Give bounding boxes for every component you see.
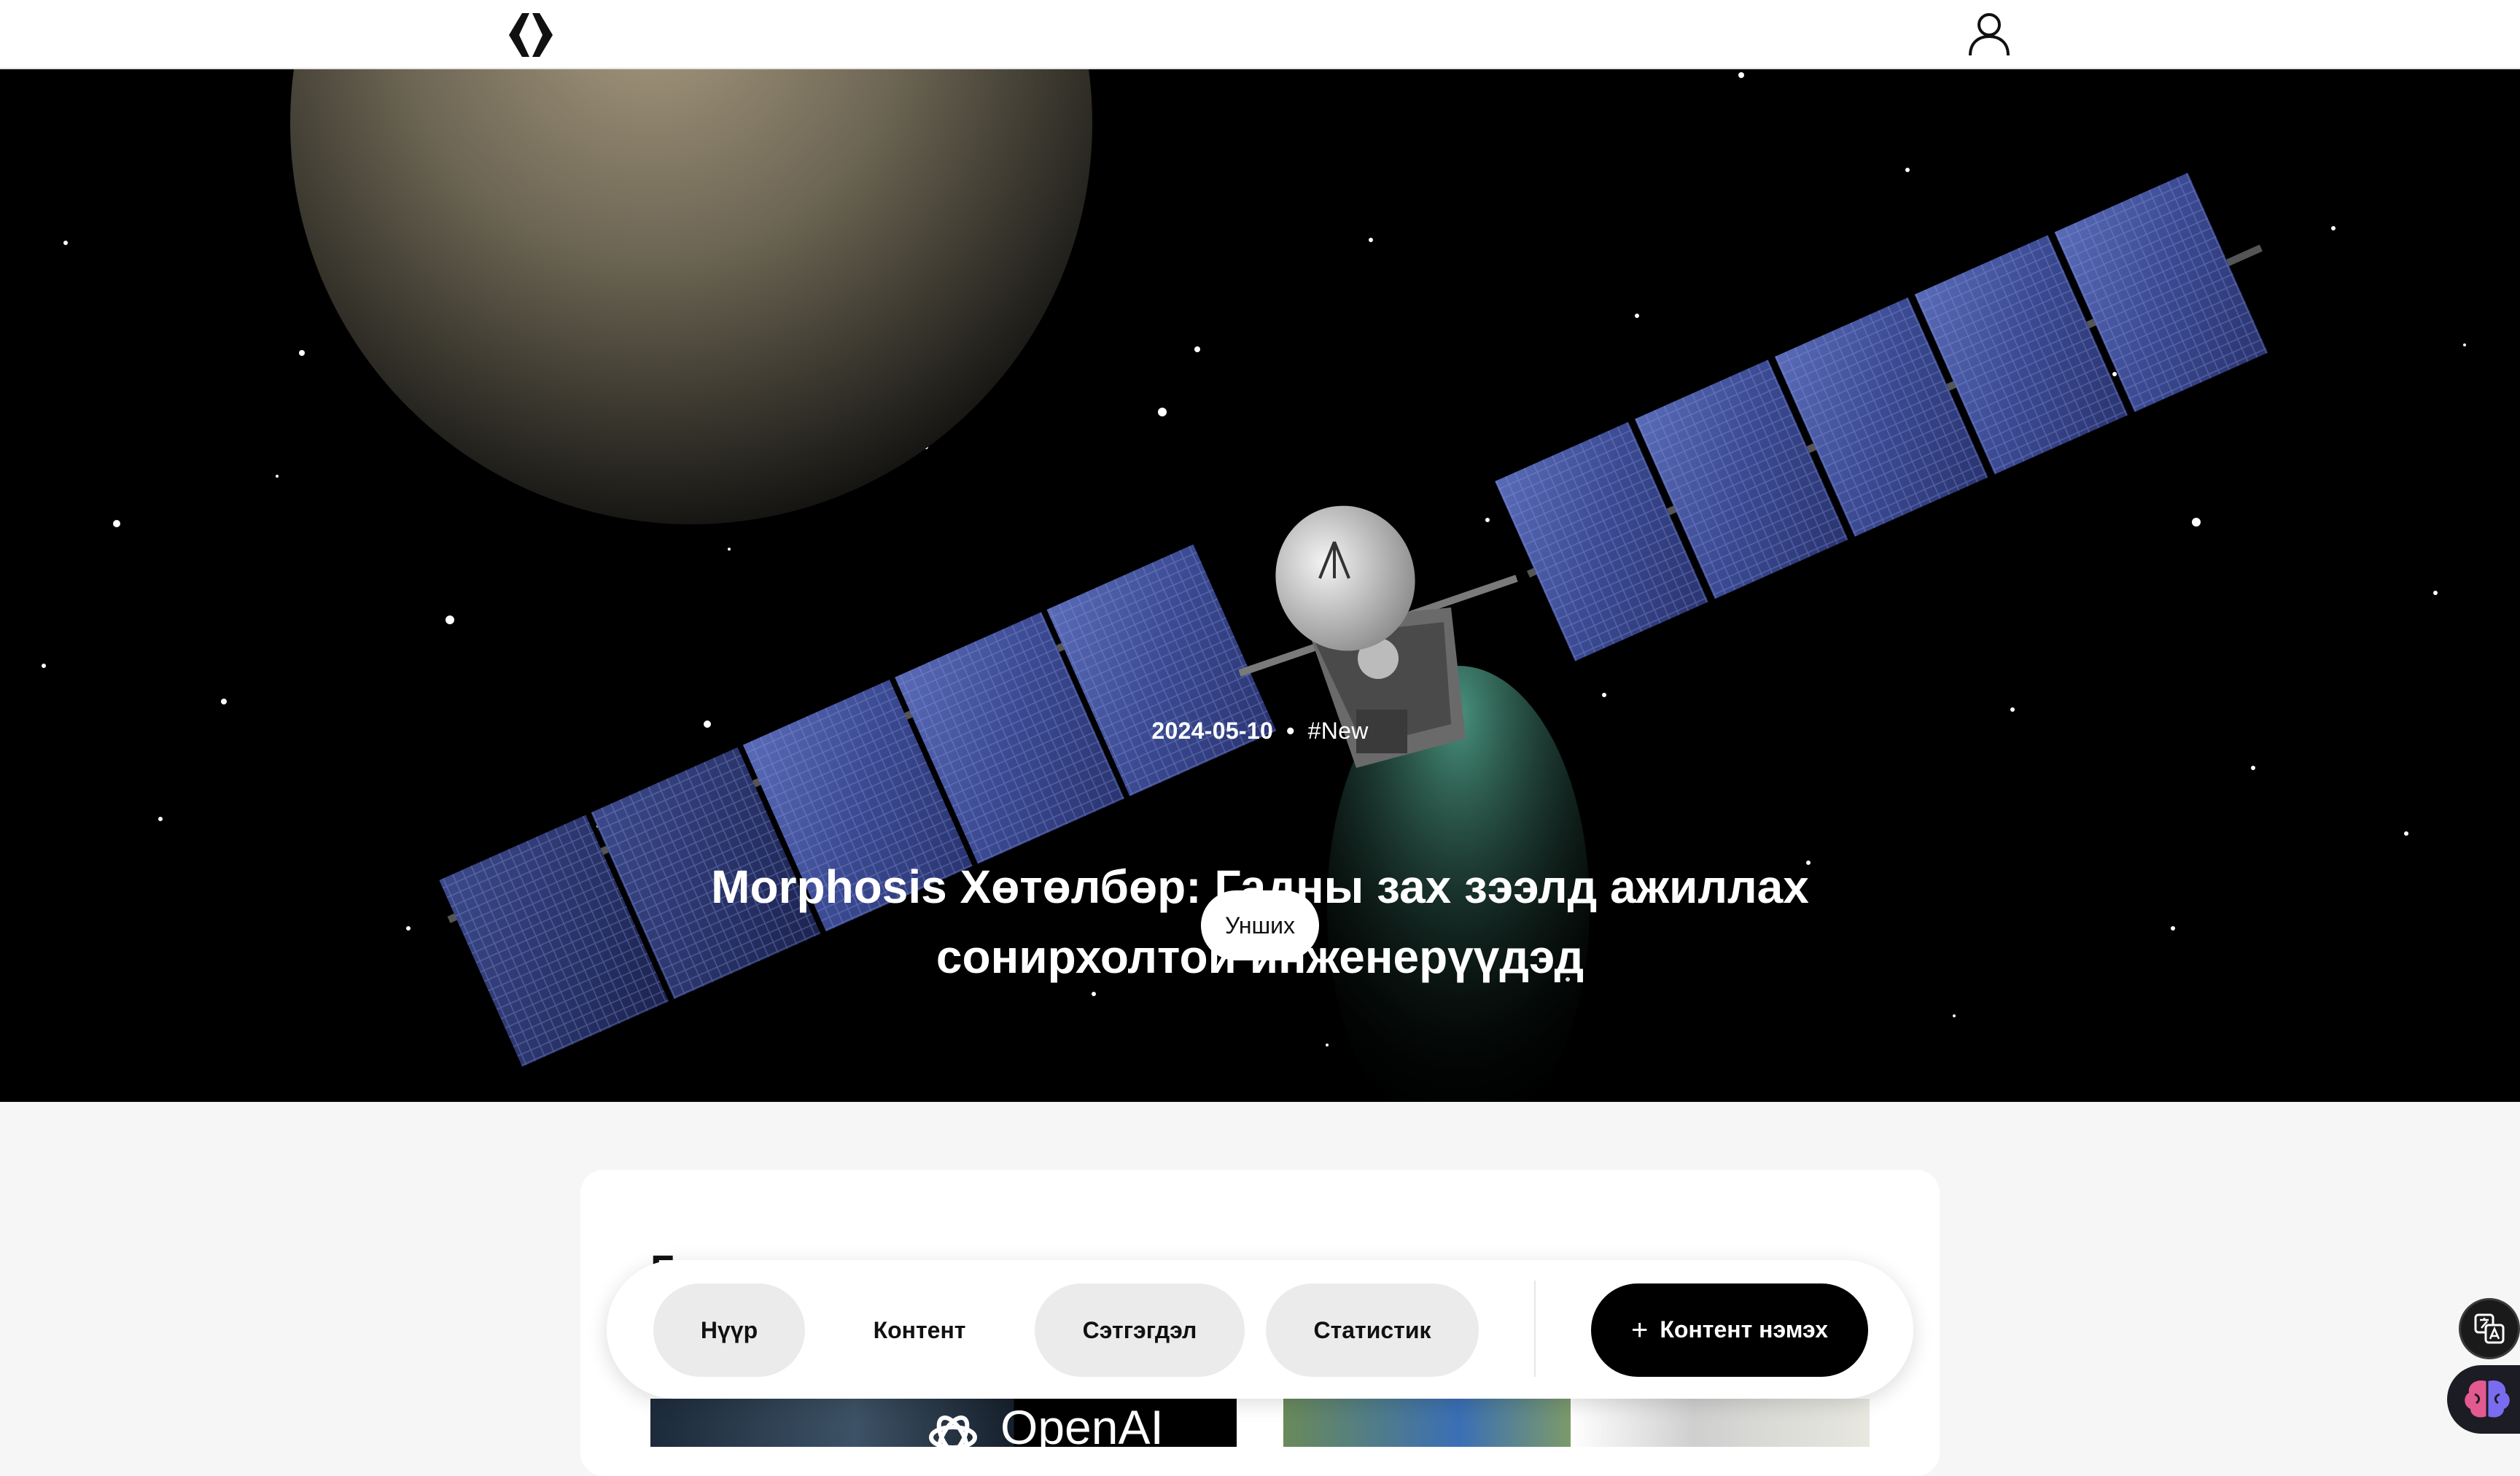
thumbnail-robot-vehicles[interactable] <box>1283 1399 1870 1447</box>
add-content-label: Контент нэмэх <box>1660 1316 1828 1343</box>
nav-statistics[interactable]: Статистик <box>1266 1283 1479 1377</box>
nav-home[interactable]: Нүүр <box>653 1283 805 1377</box>
meta-separator: • <box>1286 718 1295 744</box>
nav-comments[interactable]: Сэтгэгдэл <box>1035 1283 1245 1377</box>
brain-icon[interactable] <box>2447 1365 2520 1434</box>
add-content-button[interactable]: + Контент нэмэх <box>1591 1283 1868 1377</box>
post-tag[interactable]: #New <box>1308 718 1369 744</box>
brackets-logo-icon[interactable] <box>502 12 560 58</box>
user-icon[interactable] <box>1966 10 2012 57</box>
top-navigation-bar <box>0 0 2520 69</box>
thumbnail-openai[interactable]: OpenAI <box>650 1399 1237 1447</box>
plus-icon: + <box>1631 1313 1649 1346</box>
openai-logo-icon <box>929 1415 977 1447</box>
read-button[interactable]: Унших <box>1201 890 1319 960</box>
thumbnail-brand-text: OpenAI <box>1000 1400 1164 1447</box>
nav-divider <box>1534 1281 1536 1377</box>
translate-icon[interactable] <box>2459 1298 2520 1359</box>
post-date: 2024-05-10 <box>1151 718 1274 744</box>
nav-content[interactable]: Контент <box>822 1283 1016 1377</box>
post-meta: 2024-05-10 • #New <box>0 718 2520 745</box>
